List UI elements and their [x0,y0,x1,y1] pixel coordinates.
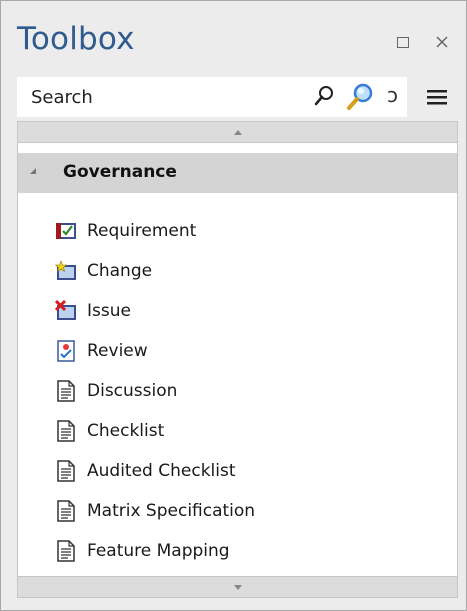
truncated-option-icon[interactable]: ↄ [387,83,398,107]
change-icon [55,260,76,280]
toolbox-item-requirement[interactable]: Requirement [18,211,457,251]
document-icon [57,380,75,402]
toolbox-item-review[interactable]: Review [18,331,457,371]
document-icon [57,460,75,482]
item-label: Feature Mapping [87,541,230,561]
item-label: Change [87,261,153,281]
toolbox-item-discussion[interactable]: Discussion [18,371,457,411]
group-label: Governance [63,162,177,182]
close-icon [436,36,448,48]
scroll-down-button[interactable] [17,576,458,598]
close-button[interactable] [431,31,453,53]
chevron-up-icon [233,129,242,135]
item-label: Matrix Specification [87,501,256,521]
collapse-arrow-icon[interactable] [30,168,36,174]
toolbox-item-change[interactable]: Change [18,251,457,291]
scroll-up-button[interactable] [17,121,458,143]
toolbox-item-list: Requirement Change Issue Review Discussi… [18,211,457,571]
review-icon [57,340,75,362]
item-label: Audited Checklist [87,461,236,481]
toolbox-panel: Toolbox ↄ [0,0,467,611]
item-label: Review [87,341,148,361]
search-row: ↄ [17,77,457,117]
toolbox-item-matrix-specification[interactable]: Matrix Specification [18,491,457,531]
document-icon [57,500,75,522]
item-label: Discussion [87,381,178,401]
menu-icon[interactable] [427,87,447,111]
toolbox-item-checklist[interactable]: Checklist [18,411,457,451]
chevron-down-icon [233,584,242,590]
toolbox-content: Governance Requirement Change Issue Revi… [17,143,458,576]
issue-icon [55,300,76,320]
item-label: Checklist [87,421,165,441]
document-icon [57,540,75,562]
toolbox-titlebar: Toolbox [1,1,466,71]
group-header-governance[interactable]: Governance [18,153,457,193]
panel-title: Toolbox [17,21,135,57]
toolbox-item-feature-mapping[interactable]: Feature Mapping [18,531,457,571]
item-label: Issue [87,301,131,321]
search-icon[interactable] [313,85,335,111]
item-label: Requirement [87,221,197,241]
restore-icon [397,36,409,48]
toolbox-item-issue[interactable]: Issue [18,291,457,331]
find-all-icon[interactable] [345,82,375,116]
restore-button[interactable] [392,31,414,53]
requirement-icon [56,223,76,239]
document-icon [57,420,75,442]
toolbox-item-audited-checklist[interactable]: Audited Checklist [18,451,457,491]
